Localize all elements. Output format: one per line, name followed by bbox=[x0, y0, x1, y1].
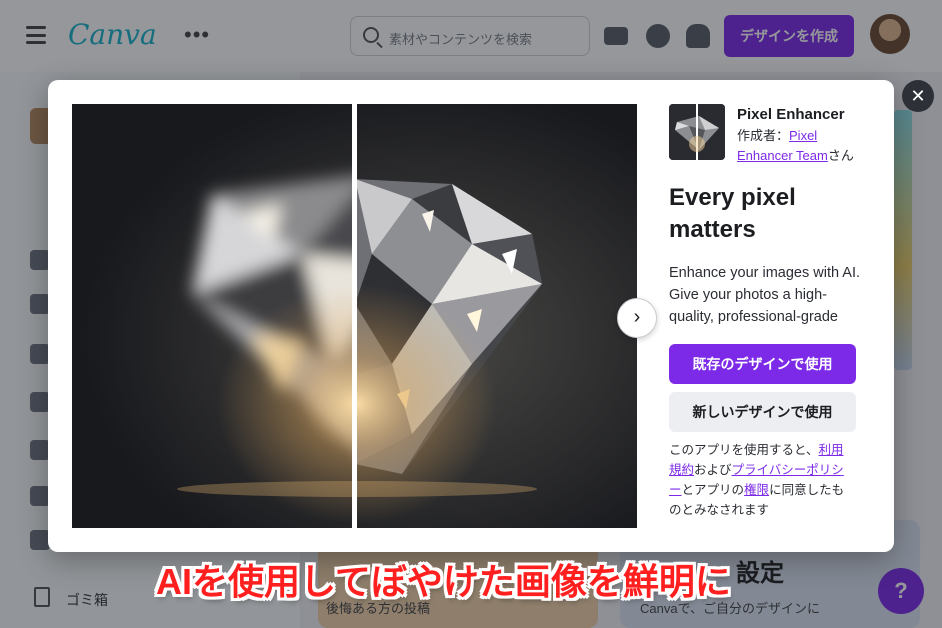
app-detail-modal: Pixel Enhancer 作成者：Pixel Enhancer Teamさん… bbox=[48, 80, 894, 552]
author-suffix: さん bbox=[827, 148, 854, 163]
app-thumbnail bbox=[669, 104, 725, 160]
author-prefix: 作成者： bbox=[737, 128, 790, 143]
app-author: 作成者：Pixel Enhancer Teamさん bbox=[737, 126, 867, 166]
terms-text: このアプリを使用すると、 bbox=[669, 443, 819, 457]
use-in-new-design-button[interactable]: 新しいデザインで使用 bbox=[669, 392, 856, 432]
close-icon: ✕ bbox=[910, 86, 926, 106]
chevron-right-icon: › bbox=[633, 306, 641, 328]
caption-overlay: AIを使用してぼやけた画像を鮮明に bbox=[156, 561, 731, 602]
app-headline: Every pixel matters bbox=[669, 184, 796, 243]
terms-text: と bbox=[681, 483, 695, 497]
next-image-button[interactable]: › bbox=[617, 298, 657, 338]
app-description: Enhance your images with AI. Give your p… bbox=[669, 265, 861, 325]
terms-notice: このアプリを使用すると、利用規約およびプライバシーポリシーとアプリの権限に同意し… bbox=[669, 440, 856, 520]
diamond-comparison-image bbox=[72, 104, 637, 528]
close-button[interactable]: ✕ bbox=[902, 80, 934, 112]
preview-image bbox=[72, 104, 637, 528]
use-in-existing-design-button[interactable]: 既存のデザインで使用 bbox=[669, 344, 856, 384]
app-name: Pixel Enhancer bbox=[737, 106, 845, 123]
terms-text: および bbox=[694, 463, 732, 477]
terms-text: アプリの bbox=[694, 483, 745, 497]
permissions-link[interactable]: 権限 bbox=[744, 483, 769, 497]
